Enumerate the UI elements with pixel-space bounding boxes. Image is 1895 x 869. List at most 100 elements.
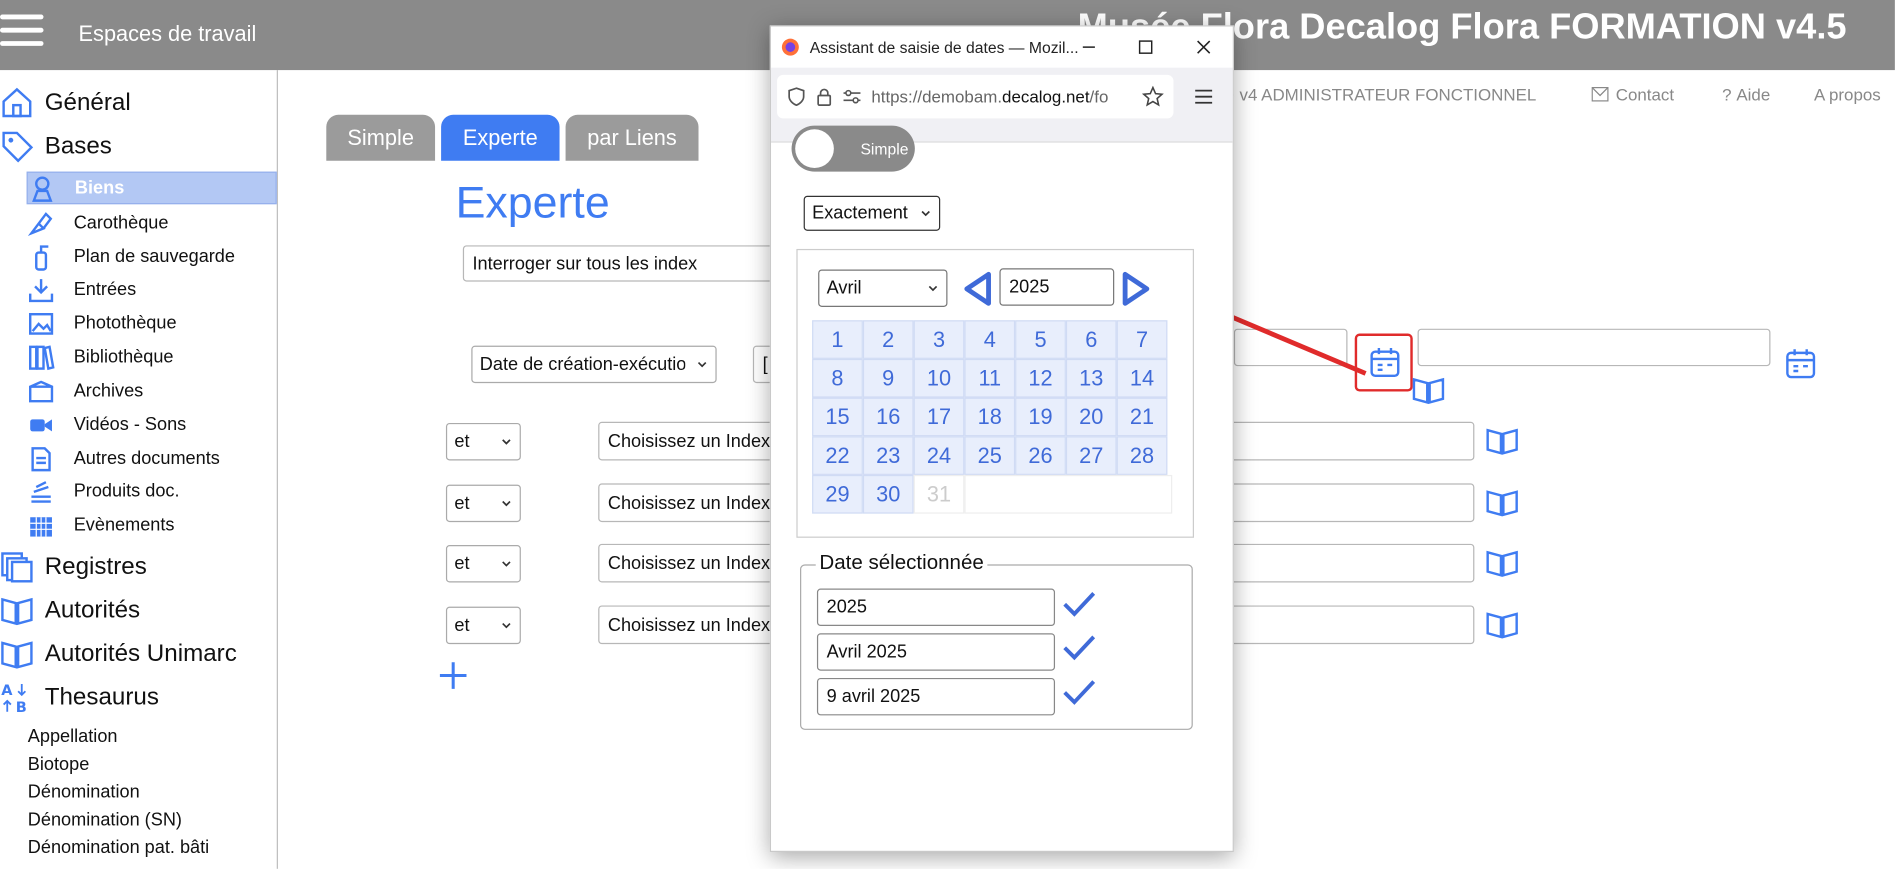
day-cell[interactable]: 27 <box>1065 436 1117 475</box>
sidebar-item-evenements[interactable]: Evènements <box>27 509 277 542</box>
user-role[interactable]: e v4 ADMINISTRATEUR FONCTIONNEL <box>1225 85 1536 104</box>
thesaurus-item[interactable]: Biotope <box>28 754 89 775</box>
day-cell[interactable]: 23 <box>862 436 914 475</box>
open-book-icon[interactable] <box>1485 488 1519 517</box>
day-cell[interactable]: 26 <box>1015 436 1066 475</box>
sidebar-autorites[interactable]: Autorités <box>0 592 140 628</box>
document-icon <box>31 446 51 471</box>
sidebar-item-bibliotheque[interactable]: Bibliothèque <box>27 341 277 374</box>
open-book-icon[interactable] <box>1485 549 1519 578</box>
selected-month-field[interactable]: Avril 2025 <box>816 633 1056 671</box>
day-cell[interactable]: 5 <box>1015 320 1066 359</box>
calendar-icon[interactable] <box>1785 348 1816 379</box>
date-end-input[interactable] <box>1417 328 1771 367</box>
operator-select[interactable]: et <box>445 606 521 645</box>
sidebar-thesaurus-label: Thesaurus <box>44 683 159 710</box>
sidebar-registres[interactable]: Registres <box>0 549 147 585</box>
hamburger-menu-icon[interactable] <box>0 14 44 49</box>
workspaces-link[interactable]: Espaces de travail <box>79 22 257 47</box>
previous-month-icon[interactable] <box>962 271 993 307</box>
year-input[interactable]: 2025 <box>999 268 1115 306</box>
close-icon[interactable] <box>1192 35 1216 59</box>
sidebar-autorites-unimarc[interactable]: Autorités Unimarc <box>0 636 237 672</box>
sidebar-bases[interactable]: Bases <box>0 128 112 164</box>
day-cell[interactable]: 18 <box>964 397 1016 437</box>
url-field[interactable]: https://demobam. decalog.net/fo <box>777 74 1174 119</box>
contact-link[interactable]: Contact <box>1591 85 1674 104</box>
day-cell[interactable]: 7 <box>1116 320 1168 359</box>
day-cell[interactable]: 24 <box>913 436 965 475</box>
mode-toggle[interactable]: Simple <box>791 125 915 172</box>
day-cell[interactable]: 12 <box>1015 358 1066 398</box>
day-cell[interactable]: 16 <box>862 397 914 437</box>
sidebar-item-produits-doc[interactable]: Produits doc. <box>27 475 277 508</box>
operator-select[interactable]: et <box>445 545 521 583</box>
help-link[interactable]: ? Aide <box>1722 85 1770 104</box>
toggle-label: Simple <box>860 140 909 159</box>
index-scope-select[interactable]: Interroger sur tous les index <box>462 245 802 282</box>
day-cell[interactable]: 21 <box>1116 397 1168 437</box>
operator-select[interactable]: et <box>445 422 521 461</box>
about-link[interactable]: A propos <box>1814 85 1881 104</box>
day-cell[interactable]: 1 <box>812 320 863 359</box>
month-select[interactable]: Avril <box>818 269 948 307</box>
selected-year-field[interactable]: 2025 <box>816 588 1056 627</box>
day-cell[interactable]: 10 <box>913 358 965 398</box>
day-cell[interactable]: 17 <box>913 397 965 437</box>
day-cell[interactable]: 29 <box>812 474 863 514</box>
browser-menu-icon[interactable] <box>1193 87 1215 106</box>
precision-select[interactable]: Exactement <box>803 195 941 231</box>
selected-day-field[interactable]: 9 avril 2025 <box>816 677 1056 716</box>
day-cell[interactable]: 30 <box>862 474 914 514</box>
calendar-icon[interactable] <box>1369 347 1400 378</box>
sidebar-item-archives[interactable]: Archives <box>27 375 277 408</box>
check-icon[interactable] <box>1061 589 1097 620</box>
day-cell[interactable]: 22 <box>812 436 863 475</box>
day-cell[interactable]: 11 <box>964 358 1016 398</box>
sidebar-item-videos-sons[interactable]: Vidéos - Sons <box>27 408 277 441</box>
minimize-icon[interactable] <box>1077 35 1101 59</box>
date-field-select[interactable]: Date de création-exécution <box>471 345 717 384</box>
sidebar-general[interactable]: Général <box>0 85 131 121</box>
download-tray-icon <box>29 278 54 302</box>
open-book-icon[interactable] <box>1485 610 1519 639</box>
sidebar-item-phototheque[interactable]: Photothèque <box>27 307 277 340</box>
day-cell[interactable]: 13 <box>1065 358 1117 398</box>
check-icon[interactable] <box>1061 632 1097 663</box>
day-cell[interactable]: 8 <box>812 358 863 398</box>
day-cell[interactable]: 4 <box>964 320 1016 359</box>
day-cell[interactable]: 15 <box>812 397 863 437</box>
check-icon[interactable] <box>1061 677 1097 708</box>
tab-simple[interactable]: Simple <box>326 114 436 161</box>
sidebar-item-biens[interactable]: Biens <box>26 171 277 205</box>
thesaurus-item[interactable]: Appellation <box>28 726 118 747</box>
tab-par-liens[interactable]: par Liens <box>565 114 699 161</box>
next-month-icon[interactable] <box>1120 271 1151 307</box>
day-cell[interactable]: 19 <box>1015 397 1066 437</box>
day-cell[interactable]: 9 <box>862 358 914 398</box>
day-cell[interactable]: 2 <box>862 320 914 359</box>
open-book-icon <box>1 597 33 626</box>
day-cell[interactable]: 25 <box>964 436 1016 475</box>
sidebar-item-autres-documents[interactable]: Autres documents <box>27 442 277 475</box>
day-cell[interactable]: 6 <box>1065 320 1117 359</box>
day-cell[interactable]: 3 <box>913 320 965 359</box>
tab-experte[interactable]: Experte <box>441 114 560 161</box>
sidebar-item-carotheque[interactable]: Carothèque <box>27 207 277 240</box>
operator-select[interactable]: et <box>445 484 521 523</box>
sidebar-item-plan-sauvegarde[interactable]: Plan de sauvegarde <box>27 240 277 273</box>
thesaurus-item[interactable]: Dénomination (SN) <box>28 810 182 831</box>
maximize-icon[interactable] <box>1134 35 1158 59</box>
thesaurus-item[interactable]: Dénomination <box>28 782 140 803</box>
day-cell[interactable]: 28 <box>1116 436 1168 475</box>
sidebar-thesaurus[interactable]: AB Thesaurus <box>0 679 159 715</box>
firefox-icon <box>781 38 799 56</box>
day-cell[interactable]: 14 <box>1116 358 1168 398</box>
star-icon[interactable] <box>1142 85 1164 108</box>
sidebar-item-entrees[interactable]: Entrées <box>27 273 277 306</box>
thesaurus-item[interactable]: Dénomination pat. bâti <box>28 837 209 858</box>
open-book-icon[interactable] <box>1412 376 1446 405</box>
open-book-icon[interactable] <box>1485 427 1519 456</box>
plus-icon[interactable] <box>437 660 468 691</box>
day-cell[interactable]: 20 <box>1065 397 1117 437</box>
